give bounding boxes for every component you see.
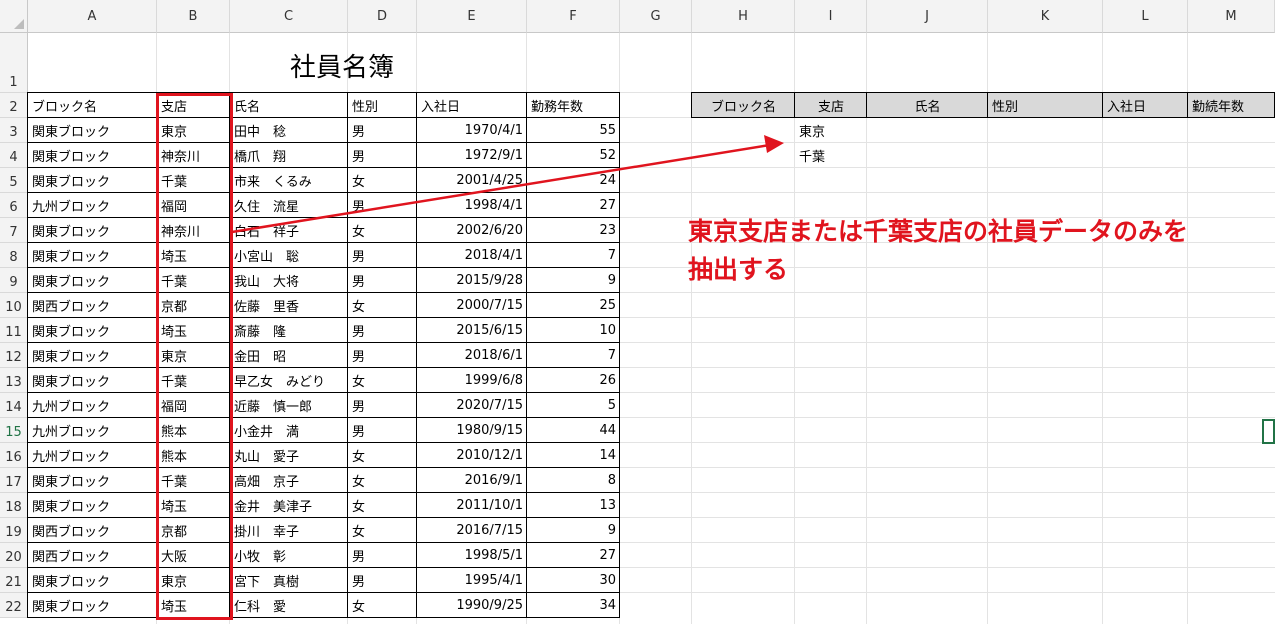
annotation-arrow [231,135,784,234]
annotation-note: 東京支店または千葉支店の社員データのみを 抽出する [688,213,1188,289]
annotation-line-1: 東京支店または千葉支店の社員データのみを [688,217,1189,246]
active-cell-selection[interactable] [1262,419,1275,444]
annotation-line-2: 抽出する [688,255,789,284]
